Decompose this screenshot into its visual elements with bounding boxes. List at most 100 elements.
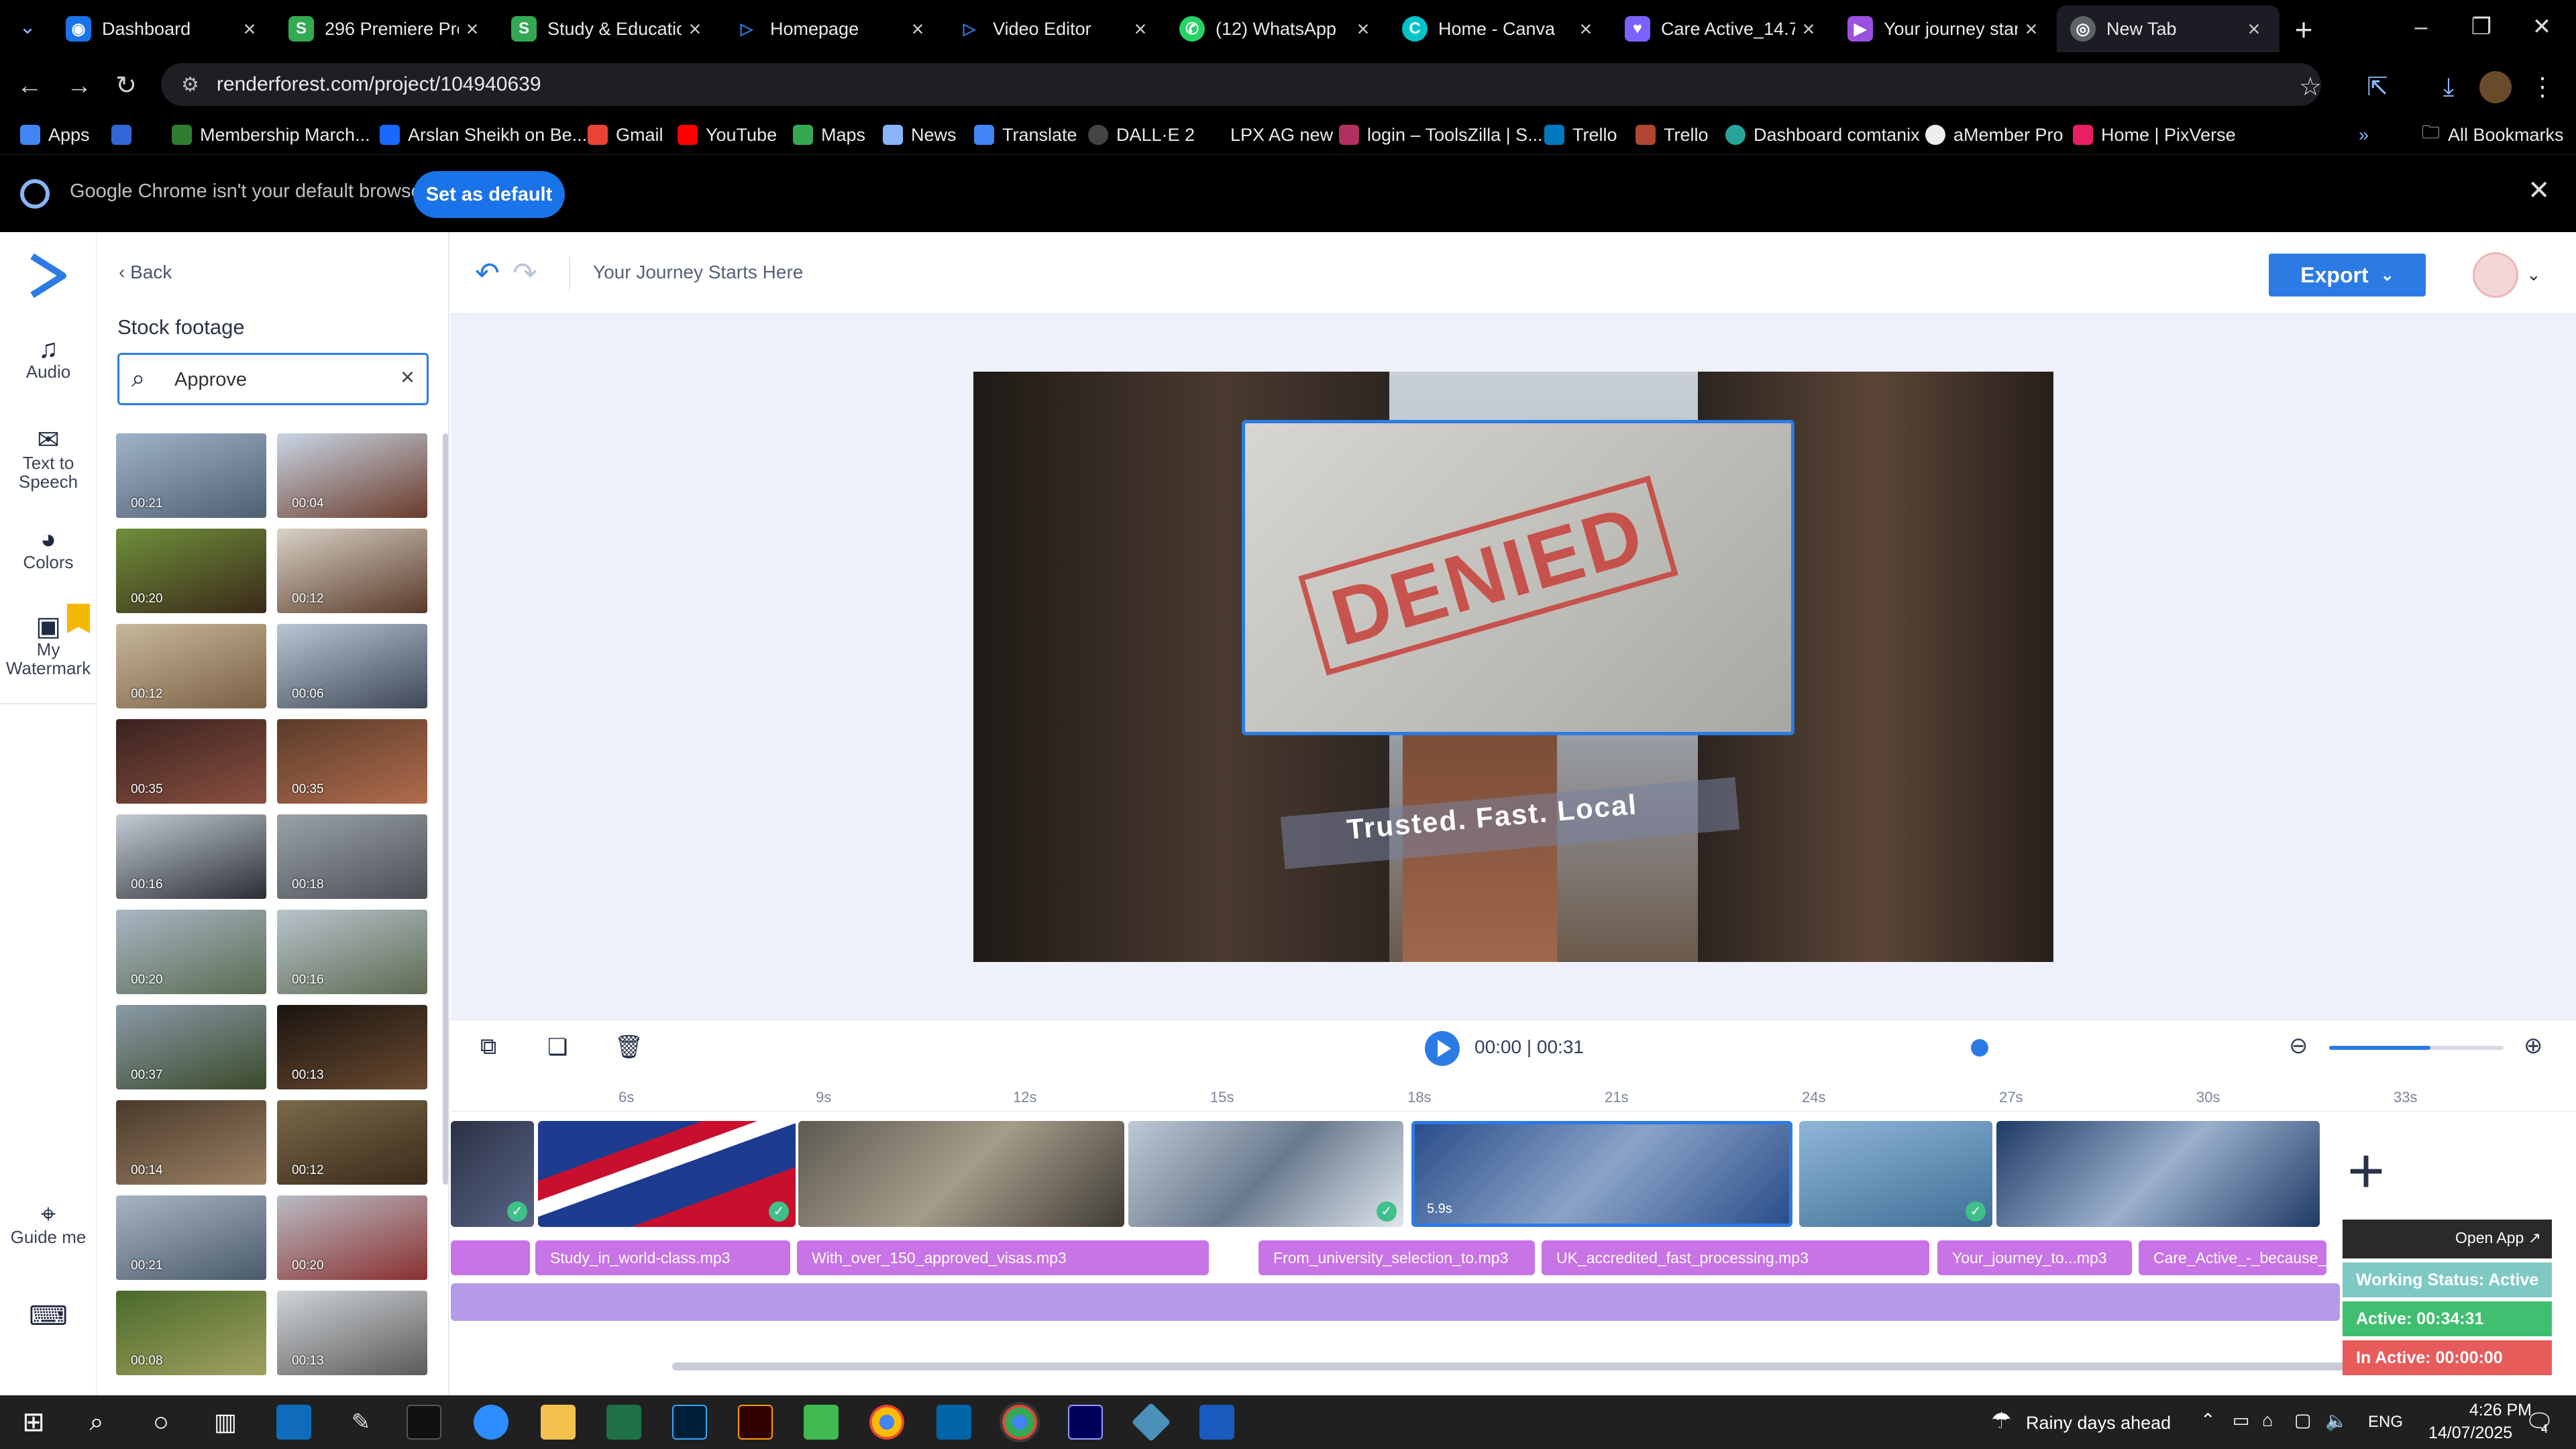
stock-footage-thumbnail[interactable]: 00:21 xyxy=(116,1195,266,1280)
bookmark-item[interactable]: Arslan Sheikh on Be... xyxy=(380,121,587,149)
bookmark-item[interactable]: LPX AG new xyxy=(1202,121,1333,149)
delete-icon[interactable]: 🗑 xyxy=(614,1034,643,1061)
restore-icon[interactable]: ❐ xyxy=(2451,5,2512,48)
voiceover-clip[interactable]: From_university_selection_to.mp3 xyxy=(1258,1240,1535,1275)
stock-footage-thumbnail[interactable]: 00:12 xyxy=(116,624,266,708)
renderforest-logo-icon[interactable] xyxy=(25,252,68,299)
zoom-in-icon[interactable]: ⊕ xyxy=(2524,1032,2543,1059)
forward-arrow-icon[interactable]: → xyxy=(60,67,98,105)
browser-tab[interactable]: ▷ Homepage × xyxy=(720,5,943,52)
stock-footage-thumbnail[interactable]: 00:20 xyxy=(277,1195,427,1280)
duplicate-icon[interactable]: ❏ xyxy=(547,1034,568,1061)
bookmark-item[interactable]: News xyxy=(883,121,957,149)
video-clip-selected[interactable]: 5.9s xyxy=(1411,1121,1792,1227)
bookmark-item[interactable]: Dashboard comtanix xyxy=(1725,121,1920,149)
user-avatar[interactable] xyxy=(2473,252,2518,298)
stock-footage-thumbnail[interactable]: 00:35 xyxy=(277,719,427,804)
download-icon[interactable]: ⤓ xyxy=(2430,68,2467,106)
stock-footage-thumbnail[interactable]: 00:16 xyxy=(277,910,427,994)
rail-text-to-speech[interactable]: ✉ Text to Speech xyxy=(0,427,97,491)
zoom-slider-knob[interactable] xyxy=(1970,1039,1988,1057)
timeline-ruler[interactable]: 6s 9s 12s 15s 18s 21s 24s 27s 30s 33s xyxy=(451,1085,2576,1112)
play-button[interactable] xyxy=(1425,1031,1460,1066)
bookmark-item[interactable]: Apps xyxy=(20,121,90,149)
rail-guide-me[interactable]: ⌖ Guide me xyxy=(0,1201,97,1246)
video-preview[interactable]: DENIED Trusted. Fast. Local xyxy=(973,372,2053,962)
pen-icon[interactable]: ✎ xyxy=(343,1405,378,1440)
bookmark-item[interactable]: YouTube xyxy=(678,121,777,149)
stock-footage-thumbnail[interactable]: 00:20 xyxy=(116,910,266,994)
cortana-icon[interactable]: ○ xyxy=(144,1405,178,1440)
all-bookmarks[interactable]: 🗀 All Bookmarks xyxy=(2422,121,2564,149)
close-tab-icon[interactable]: × xyxy=(2018,17,2045,42)
music-track[interactable] xyxy=(451,1283,2340,1321)
excel-icon[interactable] xyxy=(606,1405,641,1440)
browser-tab[interactable]: ▷ Video Editor × xyxy=(943,5,1166,52)
rail-audio[interactable]: ♫ Audio xyxy=(0,335,97,381)
open-app-button[interactable]: Open App ↗ xyxy=(2343,1220,2552,1258)
chrome-active-icon[interactable] xyxy=(1000,1402,1040,1442)
clear-search-icon[interactable]: × xyxy=(400,363,415,391)
windows-start-icon[interactable]: ⊞ xyxy=(16,1405,51,1440)
close-tab-icon[interactable]: × xyxy=(904,17,931,42)
bookmark-item[interactable]: Translate xyxy=(974,121,1077,149)
browser-tab[interactable]: ◉ Dashboard × xyxy=(52,5,275,52)
illustrator-icon[interactable] xyxy=(738,1405,773,1440)
browser-tab[interactable]: C Home - Canva × xyxy=(1389,5,1611,52)
notifications-icon[interactable]: 🗨 xyxy=(2525,1409,2554,1436)
vscode-icon[interactable] xyxy=(936,1405,971,1440)
minimize-icon[interactable]: – xyxy=(2391,5,2451,48)
stock-footage-thumbnail[interactable]: 00:35 xyxy=(116,719,266,804)
voiceover-clip[interactable]: Care_Active_-_because_y...m xyxy=(2139,1240,2326,1275)
display-icon[interactable]: ▢ xyxy=(2294,1410,2312,1431)
video-clip[interactable]: ✓ xyxy=(1799,1121,1992,1227)
chevron-down-icon[interactable]: ⌄ xyxy=(2526,264,2541,285)
stock-footage-thumbnail[interactable]: 00:20 xyxy=(116,529,266,613)
stock-footage-thumbnail[interactable]: 00:08 xyxy=(116,1291,266,1375)
task-view-icon[interactable]: ▥ xyxy=(208,1405,243,1440)
bookmark-item[interactable]: Maps xyxy=(793,121,865,149)
stock-footage-thumbnail[interactable]: 00:16 xyxy=(116,814,266,899)
voiceover-clip[interactable]: UK_accredited_fast_processing.mp3 xyxy=(1542,1240,1929,1275)
browser-tab-active[interactable]: ◎ New Tab × xyxy=(2057,5,2279,52)
stock-footage-thumbnail[interactable]: 00:37 xyxy=(116,1005,266,1089)
bookmark-item[interactable]: Gmail xyxy=(588,121,663,149)
selected-overlay-clip[interactable]: DENIED xyxy=(1242,420,1794,735)
video-clip[interactable]: ✓ xyxy=(1128,1121,1403,1227)
browser-tab[interactable]: ✆ (12) WhatsApp × xyxy=(1166,5,1389,52)
video-clip[interactable]: ✓ xyxy=(451,1121,534,1227)
back-arrow-icon[interactable]: ← xyxy=(11,67,48,105)
network-icon[interactable]: ⌂ xyxy=(2262,1410,2273,1431)
bookmark-item[interactable]: Trello xyxy=(1544,121,1617,149)
voiceover-clip[interactable]: Study_in_world-class.mp3 xyxy=(535,1240,790,1275)
photoshop-icon[interactable] xyxy=(672,1405,707,1440)
bookmark-item[interactable]: Membership March... xyxy=(172,121,370,149)
stock-footage-thumbnail[interactable]: 00:21 xyxy=(116,433,266,518)
undo-icon[interactable]: ↶ xyxy=(475,256,500,290)
stock-footage-thumbnail[interactable]: 00:13 xyxy=(277,1291,427,1375)
bookmark-item[interactable]: Home | PixVerse xyxy=(2073,121,2236,149)
profile-avatar[interactable] xyxy=(2479,71,2512,103)
premiere-icon[interactable] xyxy=(1068,1405,1103,1440)
stock-footage-thumbnail[interactable]: 00:12 xyxy=(277,529,427,613)
voiceover-clip[interactable]: Your_journey_to...mp3 xyxy=(1937,1240,2132,1275)
zoom-slider[interactable] xyxy=(2329,1046,2504,1050)
reload-icon[interactable]: ↻ xyxy=(107,67,145,105)
zoom-out-icon[interactable]: ⊖ xyxy=(2289,1032,2308,1059)
close-icon[interactable]: ✕ xyxy=(2528,175,2551,206)
close-tab-icon[interactable]: × xyxy=(1572,17,1599,42)
close-tab-icon[interactable]: × xyxy=(1350,17,1377,42)
edge-icon[interactable] xyxy=(276,1405,311,1440)
close-window-icon[interactable]: ✕ xyxy=(2512,5,2572,48)
browser-tab[interactable]: ▶ Your journey starts × xyxy=(1834,5,2057,52)
bookmark-item[interactable]: Trello xyxy=(1635,121,1709,149)
video-clip[interactable] xyxy=(798,1121,1124,1227)
tray-icon[interactable]: ▭ xyxy=(2233,1410,2250,1431)
timeline-scrollbar[interactable] xyxy=(672,1362,2390,1371)
project-title[interactable]: Your Journey Starts Here xyxy=(593,262,803,283)
back-link[interactable]: ‹ Back xyxy=(119,262,172,283)
stock-footage-thumbnail[interactable]: 00:04 xyxy=(277,433,427,518)
language-indicator[interactable]: ENG xyxy=(2368,1413,2403,1432)
bookmark-item[interactable] xyxy=(111,121,140,149)
stock-footage-thumbnail[interactable]: 00:13 xyxy=(277,1005,427,1089)
